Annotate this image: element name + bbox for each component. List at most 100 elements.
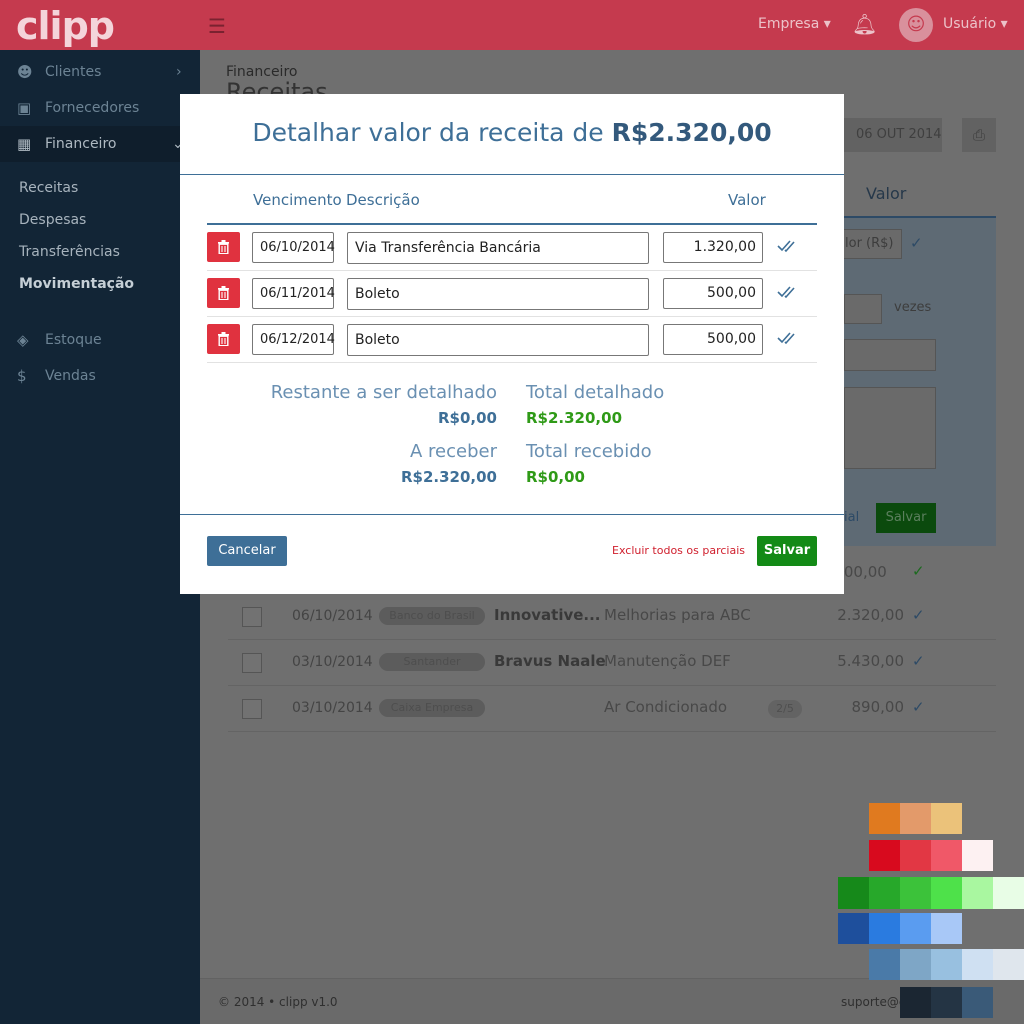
- briefcase-icon: ▣: [17, 99, 32, 117]
- double-check-icon[interactable]: [777, 239, 795, 253]
- chevron-down-icon: ▾: [1000, 16, 1008, 32]
- sidebar-item-label: Financeiro: [45, 136, 117, 152]
- value-input[interactable]: 500,00: [663, 324, 763, 355]
- description-input[interactable]: Boleto: [347, 324, 649, 356]
- table-row[interactable]: 03/10/2014 Caixa Empresa Ar Condicionado…: [228, 686, 996, 732]
- support-email-link[interactable]: suporte@c: [841, 995, 905, 1009]
- background-textarea[interactable]: [844, 387, 936, 469]
- save-button[interactable]: Salvar: [757, 536, 817, 566]
- modal-title: Detalhar valor da receita de R$2.320,00: [180, 118, 844, 147]
- modal-title-amount: R$2.320,00: [611, 118, 772, 147]
- background-save-button[interactable]: Salvar: [876, 503, 936, 533]
- sidebar-item-label: Clientes: [45, 64, 102, 80]
- installment-badge: 2/5: [768, 700, 802, 718]
- bank-badge: Santander: [379, 653, 485, 671]
- double-check-icon[interactable]: [777, 285, 795, 299]
- sidebar-subitem-receitas[interactable]: Receitas: [19, 180, 78, 196]
- bell-icon[interactable]: 🔔︎: [852, 12, 877, 36]
- sidebar-item-clientes[interactable]: ☻ Clientes ›: [0, 54, 200, 90]
- column-header-valor: Valor: [728, 191, 766, 209]
- box-icon: ◈: [17, 331, 29, 349]
- background-select[interactable]: [844, 339, 936, 371]
- due-date-input[interactable]: 06/12/2014: [252, 324, 335, 355]
- check-icon[interactable]: ✓: [912, 698, 925, 716]
- check-icon[interactable]: ✓: [912, 562, 925, 580]
- table-row[interactable]: 06/10/2014 Banco do Brasil Innovative...…: [228, 594, 996, 640]
- app-logo[interactable]: clipp: [16, 4, 115, 48]
- color-swatch: [869, 803, 900, 834]
- sidebar-item-financeiro[interactable]: ▦ Financeiro ⌄: [0, 126, 200, 162]
- color-swatch: [931, 803, 962, 834]
- dollar-icon: $: [17, 367, 27, 385]
- color-swatch: [869, 840, 900, 871]
- description-input[interactable]: Via Transferência Bancária: [347, 232, 649, 264]
- total-detalhado-label: Total detalhado: [526, 382, 665, 403]
- user-dropdown[interactable]: Usuário ▾: [943, 16, 1008, 32]
- chevron-down-icon: ▾: [823, 16, 831, 32]
- company-dropdown[interactable]: Empresa ▾: [758, 16, 831, 32]
- background-partial-link[interactable]: ial: [844, 510, 859, 525]
- delete-all-partials-link[interactable]: Excluir todos os parciais: [612, 544, 745, 557]
- sidebar-item-label: Estoque: [45, 332, 102, 348]
- calculator-icon: ▦: [17, 135, 32, 153]
- color-swatch: [900, 803, 931, 834]
- color-swatch: [869, 949, 900, 980]
- color-swatch: [962, 949, 993, 980]
- sidebar-item-estoque[interactable]: ◈ Estoque: [0, 322, 200, 358]
- sidebar-item-vendas[interactable]: $ Vendas: [0, 358, 200, 394]
- value-input[interactable]: 1.320,00: [663, 232, 763, 263]
- sidebar-subitem-movimentacao[interactable]: Movimentação: [19, 276, 134, 292]
- color-swatch: [931, 877, 962, 909]
- color-swatch: [838, 913, 869, 944]
- total-detalhado-value: R$2.320,00: [526, 409, 623, 427]
- sidebar-subitem-despesas[interactable]: Despesas: [19, 212, 86, 228]
- print-icon[interactable]: ⎙: [962, 118, 996, 152]
- row-date: 06/10/2014: [292, 608, 373, 624]
- value-input[interactable]: 500,00: [663, 278, 763, 309]
- a-receber-label: A receber: [410, 441, 497, 462]
- check-icon[interactable]: ✓: [912, 652, 925, 670]
- footer-divider: [180, 514, 844, 515]
- double-check-icon[interactable]: [777, 331, 795, 345]
- due-date-input[interactable]: 06/10/2014: [252, 232, 335, 263]
- row-checkbox[interactable]: [242, 699, 262, 719]
- check-icon[interactable]: ✓: [912, 606, 925, 624]
- total-recebido-value: R$0,00: [526, 468, 585, 486]
- background-vezes-label: vezes: [894, 300, 932, 315]
- background-valor-input[interactable]: lor (R$): [838, 229, 902, 259]
- sidebar-item-fornecedores[interactable]: ▣ Fornecedores: [0, 90, 200, 126]
- avatar[interactable]: ☺: [899, 8, 933, 42]
- color-swatch: [838, 877, 869, 909]
- table-row[interactable]: 03/10/2014 Santander Bravus Naale Manute…: [228, 640, 996, 686]
- row-value: 2.320,00: [837, 606, 904, 624]
- color-swatch: [931, 913, 962, 944]
- cancel-button[interactable]: Cancelar: [207, 536, 287, 566]
- modal-header: Detalhar valor da receita de R$2.320,00: [180, 94, 844, 175]
- description-input[interactable]: Boleto: [347, 278, 649, 310]
- row-checkbox[interactable]: [242, 653, 262, 673]
- row-date: 03/10/2014: [292, 700, 373, 716]
- delete-button[interactable]: [207, 324, 240, 354]
- delete-button[interactable]: [207, 232, 240, 262]
- column-header-descricao: Descrição: [346, 191, 420, 209]
- color-swatch: [962, 840, 993, 871]
- row-description: Melhorias para ABC: [604, 606, 751, 624]
- check-icon[interactable]: ✓: [910, 234, 923, 252]
- row-value: 890,00: [851, 698, 905, 716]
- row-name: Bravus Naale: [494, 652, 606, 670]
- sidebar-subitem-transferencias[interactable]: Transferências: [19, 244, 120, 260]
- color-swatch: [900, 949, 931, 980]
- trash-icon: [218, 332, 229, 346]
- menu-toggle-icon[interactable]: ☰: [208, 14, 226, 38]
- row-checkbox[interactable]: [242, 607, 262, 627]
- color-swatch: [931, 949, 962, 980]
- color-swatch: [931, 840, 962, 871]
- color-swatch: [900, 877, 931, 909]
- delete-button[interactable]: [207, 278, 240, 308]
- due-date-input[interactable]: 06/11/2014: [252, 278, 335, 309]
- date-button[interactable]: 06 OUT 2014: [838, 118, 942, 152]
- background-times-input[interactable]: [844, 294, 882, 324]
- installment-row: 06/11/2014 Boleto 500,00: [207, 271, 817, 317]
- row-date: 03/10/2014: [292, 654, 373, 670]
- sidebar-item-label: Fornecedores: [45, 100, 140, 116]
